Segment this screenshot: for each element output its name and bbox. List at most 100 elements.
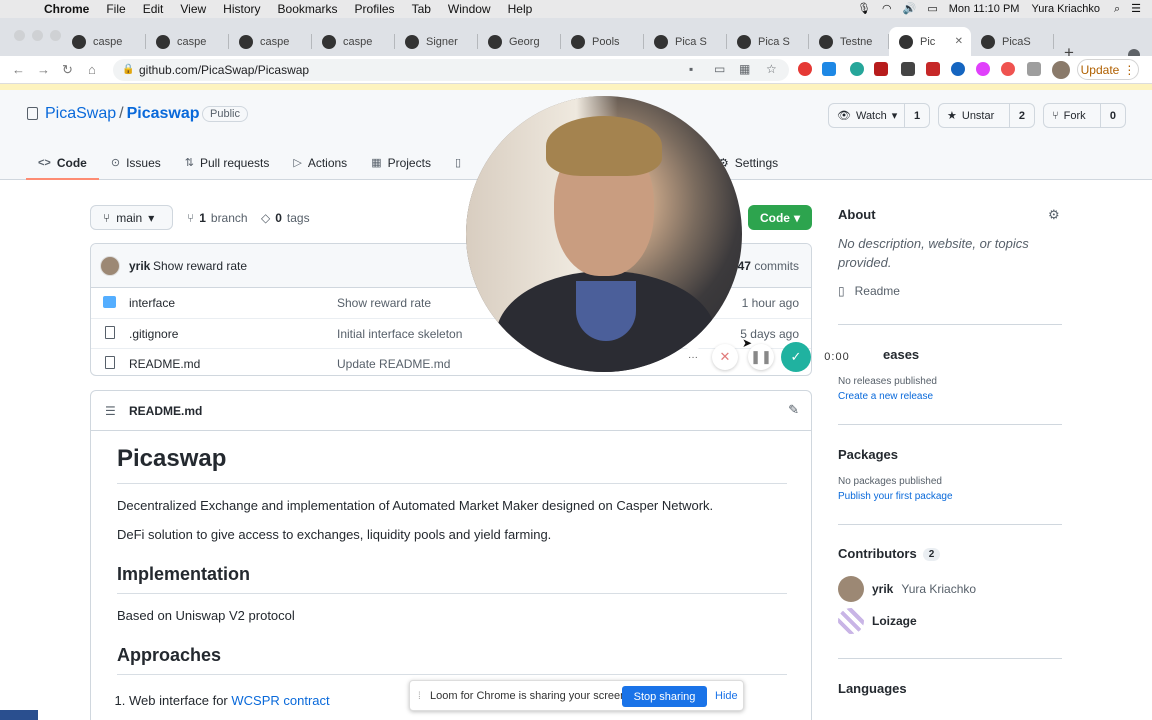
contributor-item[interactable]: Loizage	[838, 608, 917, 634]
loom-cancel-icon[interactable]: ✕	[712, 344, 738, 370]
extension-icon[interactable]	[822, 62, 836, 76]
loom-finish-icon[interactable]: ✓	[781, 342, 811, 372]
puzzle-icon[interactable]	[1027, 62, 1041, 76]
file-name[interactable]: interface	[129, 296, 175, 310]
tags-link[interactable]: ◇ 0 tags	[261, 211, 310, 225]
extension-icon[interactable]	[1001, 62, 1015, 76]
extension-icon[interactable]	[798, 62, 812, 76]
pencil-icon[interactable]: ✎	[788, 402, 799, 418]
commits-link[interactable]: 47 commits	[738, 259, 799, 273]
browser-tab[interactable]: caspe	[312, 27, 395, 56]
address-bar[interactable]: 🔒 github.com/PicaSwap/Picaswap ▪ ▭ ▦ ☆	[113, 59, 789, 81]
browser-tab[interactable]: Signer	[395, 27, 478, 56]
reload-icon[interactable]: ↻	[62, 62, 73, 78]
cast-icon[interactable]: ▭	[714, 62, 725, 76]
drag-handle-icon[interactable]: ⁞	[418, 691, 421, 702]
lock-icon[interactable]: 🔒	[122, 64, 134, 75]
browser-tab[interactable]: PicaS	[971, 27, 1054, 56]
browser-tab[interactable]: caspe	[229, 27, 312, 56]
file-name[interactable]: .gitignore	[129, 327, 178, 341]
fork-count[interactable]: 0	[1101, 110, 1125, 122]
create-release-link[interactable]: Create a new release	[838, 391, 1062, 402]
contributor-login[interactable]: yrik	[872, 582, 893, 596]
extension-icon[interactable]	[874, 62, 888, 76]
tab-projects[interactable]: ▦ Projects	[359, 146, 443, 179]
avatar[interactable]	[838, 576, 864, 602]
repo-owner-link[interactable]: PicaSwap	[45, 105, 116, 122]
loom-more-icon[interactable]: ···	[683, 347, 703, 367]
gear-icon[interactable]: ⚙	[1048, 207, 1060, 223]
browser-tab[interactable]: Pica S	[727, 27, 809, 56]
star-count[interactable]: 2	[1010, 110, 1034, 122]
qr-icon[interactable]: ▦	[739, 62, 750, 76]
stop-sharing-button[interactable]: Stop sharing	[622, 686, 707, 707]
avatar[interactable]	[100, 256, 120, 276]
loom-camera-bubble[interactable]	[466, 96, 742, 372]
watch-button[interactable]: 👁 Watch ▾ 1	[828, 103, 930, 128]
branches-link[interactable]: ⑂ 1 branch	[187, 211, 248, 225]
file-name[interactable]: README.md	[129, 357, 200, 371]
unstar-button[interactable]: ★ Unstar 2	[938, 103, 1035, 128]
avatar[interactable]	[838, 608, 864, 634]
contributors-title[interactable]: Contributors	[838, 546, 917, 561]
contributor-item[interactable]: yrik Yura Kriachko	[838, 576, 976, 602]
tab-issues[interactable]: ⊙ Issues	[99, 146, 173, 179]
camera-icon[interactable]: ▪	[689, 62, 693, 76]
file-commit-message[interactable]: Update README.md	[337, 357, 450, 371]
menu-help[interactable]: Help	[508, 2, 533, 16]
chrome-update-button[interactable]: Update ⋮	[1077, 59, 1139, 80]
zoom-window-button[interactable]	[50, 30, 61, 41]
watch-count[interactable]: 1	[905, 110, 929, 122]
minimize-window-button[interactable]	[32, 30, 43, 41]
tab-code[interactable]: <> Code	[26, 146, 99, 180]
browser-tab[interactable]: Testne	[809, 27, 889, 56]
close-window-button[interactable]	[14, 30, 25, 41]
fork-button[interactable]: ⑂ Fork 0	[1043, 103, 1126, 128]
control-center-icon[interactable]: ☰	[1131, 0, 1141, 18]
repo-name-link[interactable]: Picaswap	[127, 105, 200, 122]
apple-icon[interactable]	[16, 2, 30, 16]
home-icon[interactable]: ⌂	[88, 62, 96, 77]
menubar-clock[interactable]: Mon 11:10 PM	[949, 0, 1020, 18]
hide-sharing-button[interactable]: Hide	[715, 690, 738, 702]
browser-tab[interactable]: Georg	[478, 27, 561, 56]
back-arrow-icon[interactable]: ←	[12, 62, 25, 77]
menubar-user[interactable]: Yura Kriachko	[1031, 0, 1099, 18]
extension-icon[interactable]	[901, 62, 915, 76]
releases-title[interactable]: eases	[838, 347, 1062, 362]
browser-tab[interactable]: caspe	[62, 27, 146, 56]
extension-icon[interactable]	[951, 62, 965, 76]
contributor-login[interactable]: Loizage	[872, 614, 917, 628]
commit-author[interactable]: yrik	[129, 259, 150, 273]
browser-tab[interactable]: Pic ✕	[889, 27, 971, 56]
menu-bookmarks[interactable]: Bookmarks	[278, 2, 338, 16]
star-bookmark-icon[interactable]: ☆	[766, 62, 777, 76]
publish-package-link[interactable]: Publish your first package	[838, 491, 1062, 502]
browser-tab[interactable]: Pools	[561, 27, 644, 56]
browser-tab[interactable]: Pica S	[644, 27, 727, 56]
forward-arrow-icon[interactable]: →	[37, 62, 50, 77]
menu-file[interactable]: File	[106, 2, 125, 16]
menu-edit[interactable]: Edit	[143, 2, 164, 16]
extension-icon[interactable]	[850, 62, 864, 76]
list-icon[interactable]: ☰	[105, 404, 116, 418]
branch-selector[interactable]: ⑂ main ▾	[90, 205, 173, 230]
microphone-icon[interactable]: 🎙	[857, 0, 871, 18]
tab-actions[interactable]: ▷ Actions	[281, 146, 359, 179]
menu-view[interactable]: View	[180, 2, 206, 16]
volume-icon[interactable]: 🔊	[903, 0, 917, 18]
battery-icon[interactable]: ▭	[927, 0, 937, 18]
extension-icon[interactable]	[976, 62, 990, 76]
menu-history[interactable]: History	[223, 2, 260, 16]
menu-profiles[interactable]: Profiles	[355, 2, 395, 16]
file-commit-message[interactable]: Initial interface skeleton	[337, 327, 462, 341]
search-icon[interactable]: ⌕	[1114, 0, 1120, 18]
commit-message[interactable]: Show reward rate	[153, 259, 247, 273]
menu-chrome[interactable]: Chrome	[44, 2, 89, 16]
menu-window[interactable]: Window	[448, 2, 491, 16]
readme-link[interactable]: ▯ Readme	[838, 284, 1062, 298]
code-download-button[interactable]: Code ▾	[748, 205, 812, 230]
extension-icon[interactable]	[926, 62, 940, 76]
close-tab-icon[interactable]: ✕	[955, 36, 963, 47]
wifi-icon[interactable]: ◠	[882, 0, 892, 18]
